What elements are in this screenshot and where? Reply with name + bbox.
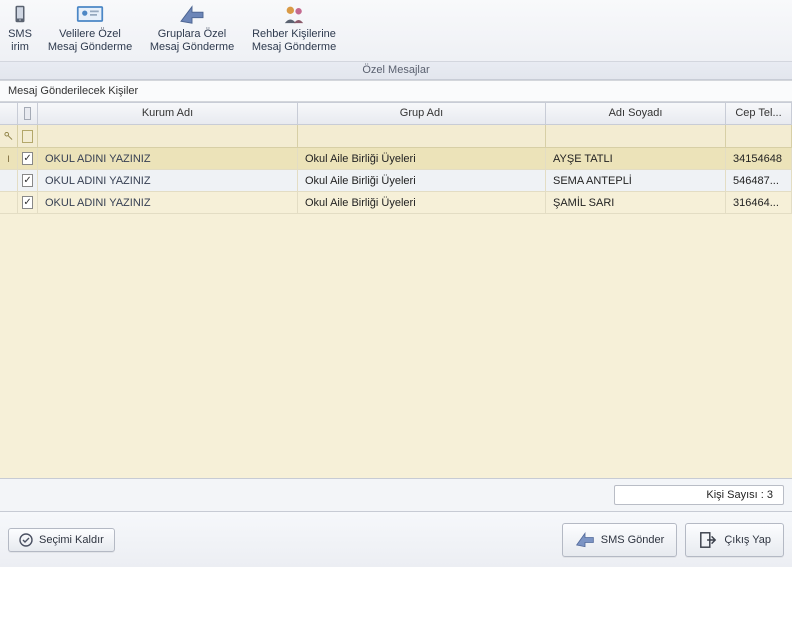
exit-button[interactable]: Çıkış Yap — [685, 523, 784, 557]
send-arrow-icon — [176, 2, 208, 26]
people-icon — [278, 2, 310, 26]
cursor-mark-icon: I — [7, 154, 10, 164]
clear-selection-label: Seçimi Kaldır — [39, 534, 104, 546]
ribbon-grup-line2: Mesaj Gönderme — [150, 41, 234, 53]
exit-label: Çıkış Yap — [724, 534, 771, 546]
ribbon-rehber-line2: Mesaj Gönderme — [252, 41, 336, 53]
ribbon-sms-line1: SMS — [8, 28, 32, 40]
send-sms-label: SMS Gönder — [601, 534, 665, 546]
ribbon-grup-line1: Gruplara Özel — [158, 28, 226, 40]
row-check-cell[interactable] — [18, 148, 38, 169]
row-checkbox[interactable] — [22, 174, 32, 187]
row-kurum: OKUL ADINI YAZINIZ — [38, 148, 298, 169]
row-cep: 546487... — [726, 170, 792, 191]
ribbon-rehber-line1: Rehber Kişilerine — [252, 28, 336, 40]
row-check-cell[interactable] — [18, 192, 38, 213]
clear-selection-button[interactable]: Seçimi Kaldır — [8, 528, 115, 552]
ribbon-rehber-button[interactable]: Rehber KişilerineMesaj Gönderme — [244, 0, 344, 61]
row-grup: Okul Aile Birliği Üyeleri — [298, 170, 546, 191]
ribbon-grup-button[interactable]: Gruplara ÖzelMesaj Gönderme — [142, 0, 242, 61]
header-indicator — [0, 103, 18, 124]
table-row[interactable]: I OKUL ADINI YAZINIZ Okul Aile Birliği Ü… — [0, 148, 792, 170]
filter-indicator — [0, 125, 18, 147]
filter-key-icon — [4, 131, 13, 141]
grid-filter-row — [0, 125, 792, 148]
button-bar: Seçimi Kaldır SMS Gönder Çıkış Yap — [0, 511, 792, 567]
ribbon-sms-line2: irim — [11, 41, 29, 53]
section-header: Mesaj Gönderilecek Kişiler — [0, 80, 792, 102]
row-cep: 34154648 — [726, 148, 792, 169]
row-grup: Okul Aile Birliği Üyeleri — [298, 148, 546, 169]
row-indicator — [0, 192, 18, 213]
person-count-box: Kişi Sayısı : 3 — [614, 485, 784, 505]
header-ad[interactable]: Adı Soyadı — [546, 103, 726, 124]
footer-bar: Kişi Sayısı : 3 — [0, 478, 792, 511]
grid-body: I OKUL ADINI YAZINIZ Okul Aile Birliği Ü… — [0, 148, 792, 478]
header-cep[interactable]: Cep Tel... — [726, 103, 792, 124]
ribbon-sms-button[interactable]: SMSirim — [2, 0, 38, 61]
ribbon-buttons: SMSirim Velilere ÖzelMesaj Gönderme Grup… — [0, 0, 792, 61]
send-sms-icon — [575, 530, 595, 550]
row-cep: 316464... — [726, 192, 792, 213]
ribbon-veli-button[interactable]: Velilere ÖzelMesaj Gönderme — [40, 0, 140, 61]
ribbon-group-label: Özel Mesajlar — [0, 61, 792, 79]
exit-icon — [698, 530, 718, 550]
send-sms-button[interactable]: SMS Gönder — [562, 523, 678, 557]
row-ad: SEMA ANTEPLİ — [546, 170, 726, 191]
header-checkbox-box[interactable] — [24, 107, 31, 120]
contact-card-icon — [74, 2, 106, 26]
row-ad: ŞAMİL SARI — [546, 192, 726, 213]
filter-grup[interactable] — [298, 125, 546, 147]
ribbon-veli-line2: Mesaj Gönderme — [48, 41, 132, 53]
row-kurum: OKUL ADINI YAZINIZ — [38, 170, 298, 191]
filter-kurum[interactable] — [38, 125, 298, 147]
filter-checkbox[interactable] — [22, 130, 33, 143]
ribbon-veli-line1: Velilere Özel — [59, 28, 121, 40]
header-kurum[interactable]: Kurum Adı — [38, 103, 298, 124]
header-grup[interactable]: Grup Adı — [298, 103, 546, 124]
row-checkbox[interactable] — [22, 196, 32, 209]
table-row[interactable]: OKUL ADINI YAZINIZ Okul Aile Birliği Üye… — [0, 170, 792, 192]
grid-header: Kurum Adı Grup Adı Adı Soyadı Cep Tel... — [0, 102, 792, 125]
filter-ad[interactable] — [546, 125, 726, 147]
row-indicator — [0, 170, 18, 191]
clear-check-icon — [19, 533, 33, 547]
row-ad: AYŞE TATLI — [546, 148, 726, 169]
row-checkbox[interactable] — [22, 152, 32, 165]
recipients-grid: Kurum Adı Grup Adı Adı Soyadı Cep Tel...… — [0, 102, 792, 478]
row-kurum: OKUL ADINI YAZINIZ — [38, 192, 298, 213]
row-grup: Okul Aile Birliği Üyeleri — [298, 192, 546, 213]
sms-phone-icon — [4, 2, 36, 26]
row-indicator: I — [0, 148, 18, 169]
table-row[interactable]: OKUL ADINI YAZINIZ Okul Aile Birliği Üye… — [0, 192, 792, 214]
header-checkbox[interactable] — [18, 103, 38, 124]
filter-cep[interactable] — [726, 125, 792, 147]
filter-check-cell[interactable] — [18, 125, 38, 147]
row-check-cell[interactable] — [18, 170, 38, 191]
